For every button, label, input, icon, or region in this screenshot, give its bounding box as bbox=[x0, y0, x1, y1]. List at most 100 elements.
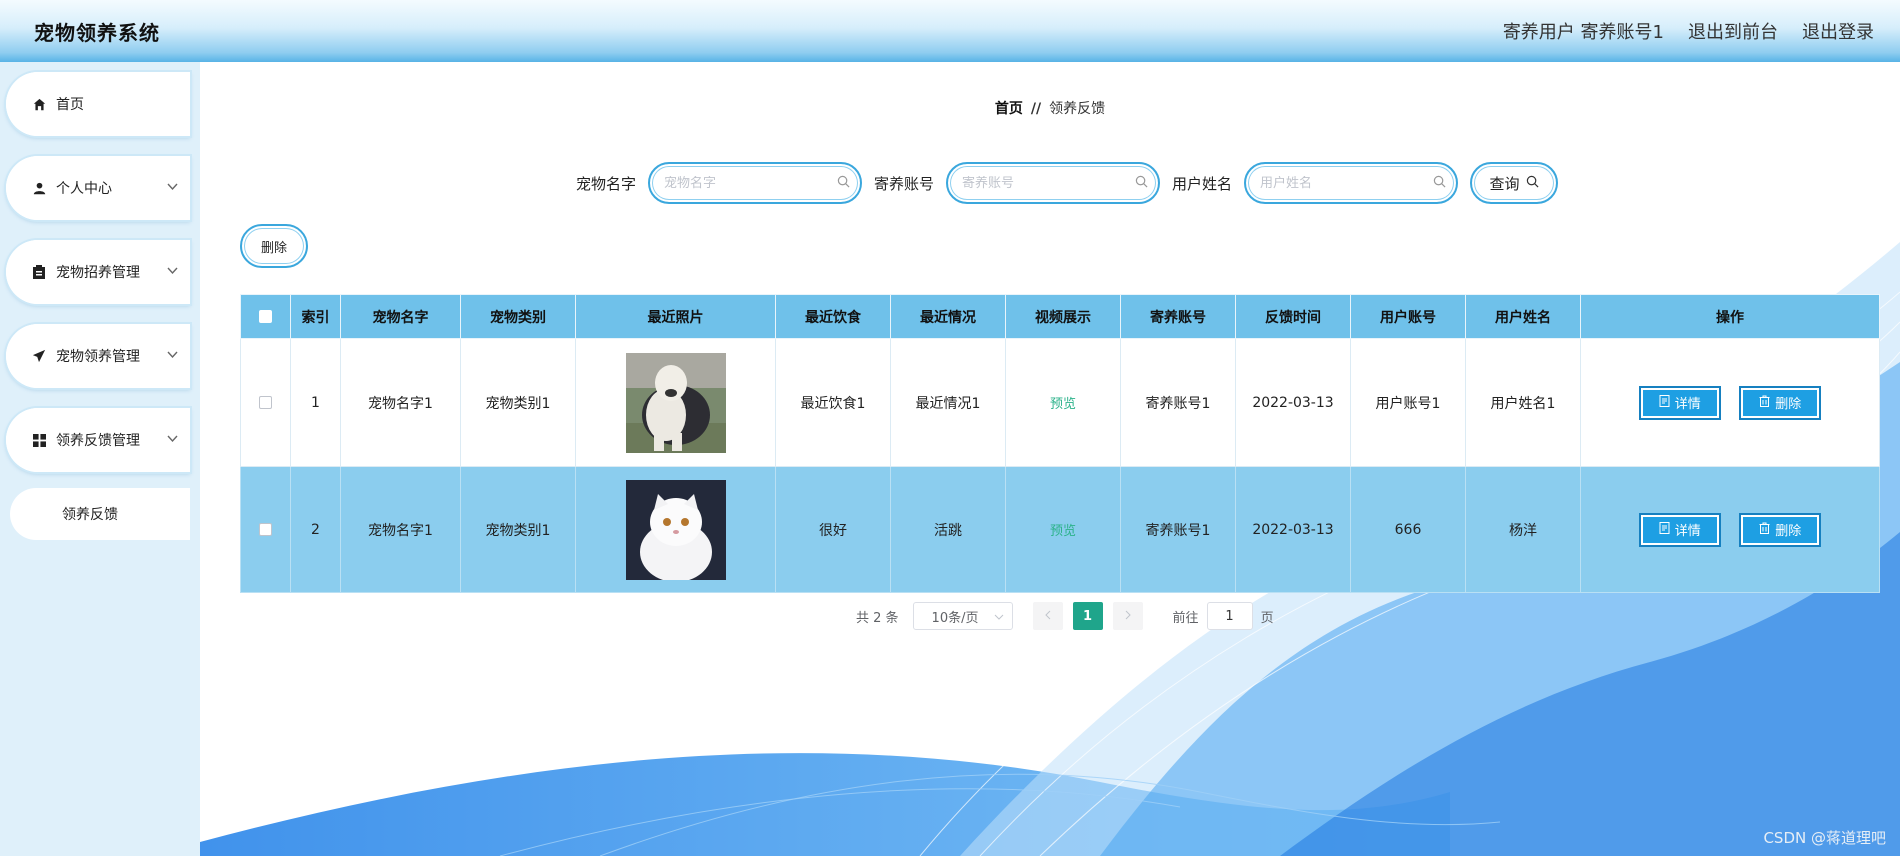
sidebar-item-label: 宠物招养管理 bbox=[56, 265, 140, 281]
column-header: 用户账号 bbox=[1350, 294, 1466, 339]
sidebar-item-label: 宠物领养管理 bbox=[56, 349, 140, 365]
feedback-table: 索引 宠物名字 宠物类别 最近照片 最近饮食 最近情况 视频展示 寄养账号 反馈… bbox=[240, 294, 1880, 593]
pet-name-input[interactable] bbox=[664, 175, 829, 191]
batch-delete-button[interactable]: 删除 bbox=[240, 224, 308, 268]
select-all-checkbox[interactable] bbox=[259, 310, 272, 323]
detail-button[interactable]: 详情 bbox=[1638, 512, 1721, 547]
sidebar-item-home[interactable]: 首页 bbox=[6, 72, 190, 136]
document-icon bbox=[1659, 521, 1670, 538]
cell-foster-account: 寄养账号1 bbox=[1120, 466, 1236, 593]
foster-account-field bbox=[946, 162, 1161, 204]
sidebar-item-feedback-management[interactable]: 领养反馈管理 bbox=[6, 408, 190, 472]
cell-diet: 很好 bbox=[775, 466, 891, 593]
search-icon bbox=[837, 175, 850, 192]
detail-button-label: 详情 bbox=[1674, 397, 1701, 412]
column-header: 索引 bbox=[290, 294, 341, 339]
user-name-field bbox=[1244, 162, 1459, 204]
delete-button-label: 删除 bbox=[1775, 524, 1802, 539]
sidebar: 首页 个人中心 宠物招养管理 宠物领养管理 领养反馈管理 领养反馈 bbox=[0, 62, 200, 856]
goto-prefix: 前往 bbox=[1172, 610, 1199, 626]
select-all-cell bbox=[240, 294, 291, 339]
logout-link[interactable]: 退出登录 bbox=[1802, 18, 1874, 44]
pet-name-label: 宠物名字 bbox=[576, 174, 637, 193]
search-icon bbox=[1433, 175, 1446, 192]
foster-account-input[interactable] bbox=[962, 175, 1127, 191]
paper-plane-icon bbox=[32, 349, 46, 363]
column-header: 宠物类别 bbox=[460, 294, 576, 339]
trash-icon bbox=[1759, 395, 1770, 411]
sidebar-item-personal-center[interactable]: 个人中心 bbox=[6, 156, 190, 220]
cell-pet-category: 宠物类别1 bbox=[460, 338, 576, 467]
delete-button-label: 删除 bbox=[1775, 397, 1802, 412]
app-root: 宠物领养系统 寄养用户 寄养账号1 退出到前台 退出登录 首页 个人中心 宠物招… bbox=[0, 0, 1900, 856]
chevron-right-icon bbox=[1125, 609, 1131, 624]
chevron-down-icon bbox=[994, 609, 1004, 624]
page-number-current[interactable]: 1 bbox=[1072, 602, 1103, 630]
cell-index: 1 bbox=[290, 338, 341, 467]
detail-button[interactable]: 详情 bbox=[1638, 385, 1721, 420]
column-header: 最近饮食 bbox=[775, 294, 891, 339]
cell-diet: 最近饮食1 bbox=[775, 338, 891, 467]
column-header: 寄养账号 bbox=[1120, 294, 1236, 339]
sidebar-subitem-adoption-feedback[interactable]: 领养反馈 bbox=[10, 488, 190, 540]
table-row: 1 宠物名字1 宠物类别1 最近饮食1 最近情况1 预览 寄养账号1 2022-… bbox=[240, 338, 1880, 467]
prev-page-button[interactable] bbox=[1032, 602, 1063, 630]
next-page-button[interactable] bbox=[1112, 602, 1143, 630]
table-header-row: 索引 宠物名字 宠物类别 最近照片 最近饮食 最近情况 视频展示 寄养账号 反馈… bbox=[240, 294, 1880, 339]
video-preview-link[interactable]: 预览 bbox=[1050, 524, 1076, 539]
cell-time: 2022-03-13 bbox=[1235, 466, 1351, 593]
chevron-left-icon bbox=[1044, 609, 1051, 624]
chevron-down-icon bbox=[167, 432, 178, 446]
main-content: 首页 // 领养反馈 宠物名字 寄养账号 用户姓名 bbox=[200, 62, 1900, 856]
detail-button-label: 详情 bbox=[1674, 524, 1701, 539]
video-preview-link[interactable]: 预览 bbox=[1050, 397, 1076, 412]
row-checkbox[interactable] bbox=[259, 523, 272, 536]
cell-foster-account: 寄养账号1 bbox=[1120, 338, 1236, 467]
row-checkbox[interactable] bbox=[259, 396, 272, 409]
goto-suffix: 页 bbox=[1260, 610, 1274, 626]
cell-time: 2022-03-13 bbox=[1235, 338, 1351, 467]
home-icon bbox=[32, 97, 46, 111]
cell-user-name: 用户姓名1 bbox=[1465, 338, 1581, 467]
trash-icon bbox=[1759, 522, 1770, 538]
clipboard-icon bbox=[32, 265, 46, 279]
cell-pet-name: 宠物名字1 bbox=[340, 338, 461, 467]
sidebar-item-pet-adoption[interactable]: 宠物领养管理 bbox=[6, 324, 190, 388]
cell-index: 2 bbox=[290, 466, 341, 593]
chevron-down-icon bbox=[167, 180, 178, 194]
user-name-label: 用户姓名 bbox=[1172, 174, 1233, 193]
column-header: 反馈时间 bbox=[1235, 294, 1351, 339]
current-user-label: 寄养用户 寄养账号1 bbox=[1502, 22, 1664, 43]
page-size-select[interactable]: 10条/页 bbox=[912, 602, 1013, 630]
watermark: CSDN @蒋道理吧 bbox=[1763, 829, 1886, 847]
breadcrumb-home[interactable]: 首页 bbox=[995, 101, 1023, 117]
sidebar-item-pet-recruit[interactable]: 宠物招养管理 bbox=[6, 240, 190, 304]
table-row: 2 宠物名字1 宠物类别1 很好 活跳 预览 寄养账号1 2022-03-13 … bbox=[240, 466, 1880, 593]
cell-pet-category: 宠物类别1 bbox=[460, 466, 576, 593]
dog-photo[interactable] bbox=[625, 352, 726, 453]
user-name-input[interactable] bbox=[1260, 175, 1425, 191]
cell-condition: 最近情况1 bbox=[890, 338, 1006, 467]
cell-actions: 详情 删除 bbox=[1580, 338, 1880, 467]
sidebar-item-label: 领养反馈管理 bbox=[56, 433, 140, 449]
delete-button[interactable]: 删除 bbox=[1739, 385, 1822, 420]
exit-to-front-link[interactable]: 退出到前台 bbox=[1688, 18, 1778, 44]
top-header: 宠物领养系统 寄养用户 寄养账号1 退出到前台 退出登录 bbox=[0, 0, 1900, 62]
app-title: 宠物领养系统 bbox=[34, 20, 160, 45]
column-header: 视频展示 bbox=[1005, 294, 1121, 339]
search-icon bbox=[1526, 174, 1539, 192]
column-header: 操作 bbox=[1580, 294, 1880, 339]
search-icon bbox=[1135, 175, 1148, 192]
cell-user-account: 用户账号1 bbox=[1350, 338, 1466, 467]
cat-photo[interactable] bbox=[625, 479, 726, 580]
grid-icon bbox=[32, 433, 46, 447]
page-size-value: 10条/页 bbox=[931, 610, 979, 626]
sidebar-item-label: 个人中心 bbox=[56, 181, 112, 197]
delete-button[interactable]: 删除 bbox=[1739, 512, 1822, 547]
cell-condition: 活跳 bbox=[890, 466, 1006, 593]
query-button[interactable]: 查询 bbox=[1470, 162, 1559, 204]
query-button-label: 查询 bbox=[1489, 174, 1520, 193]
foster-account-label: 寄养账号 bbox=[874, 174, 935, 193]
cell-photo bbox=[575, 338, 776, 467]
goto-page-input[interactable]: 1 bbox=[1206, 602, 1253, 630]
